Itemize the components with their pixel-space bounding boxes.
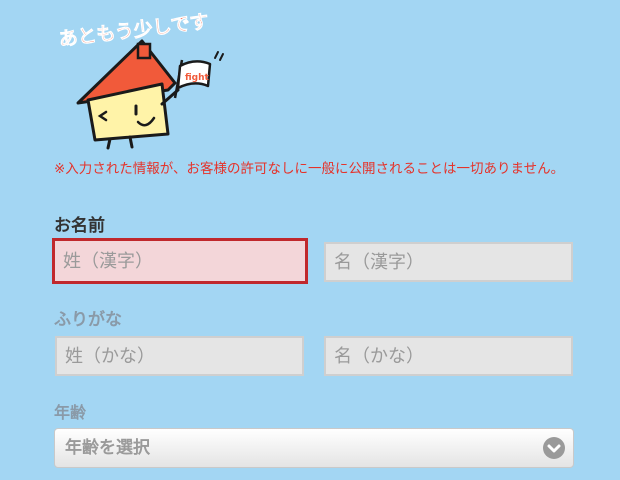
last-name-kanji-input[interactable] xyxy=(52,238,308,284)
chevron-down-icon xyxy=(543,437,565,459)
privacy-notice: ※入力された情報が、お客様の許可なしに一般に公開されることは一切ありません。 xyxy=(54,161,565,177)
last-name-kana-input[interactable] xyxy=(55,336,304,376)
age-select-value: 年齢を選択 xyxy=(65,438,150,458)
age-label: 年齢 xyxy=(54,403,87,422)
mascot-illustration: あともう少しです fight xyxy=(50,8,240,153)
furigana-label: ふりがな xyxy=(54,310,122,330)
first-name-kana-input[interactable] xyxy=(324,336,573,376)
first-name-kanji-input[interactable] xyxy=(324,242,573,282)
age-select[interactable]: 年齢を選択 xyxy=(54,428,574,468)
flag-text: fight xyxy=(185,73,210,83)
mascot-banner-text: あともう少しです xyxy=(58,11,210,51)
name-label: お名前 xyxy=(54,216,105,236)
